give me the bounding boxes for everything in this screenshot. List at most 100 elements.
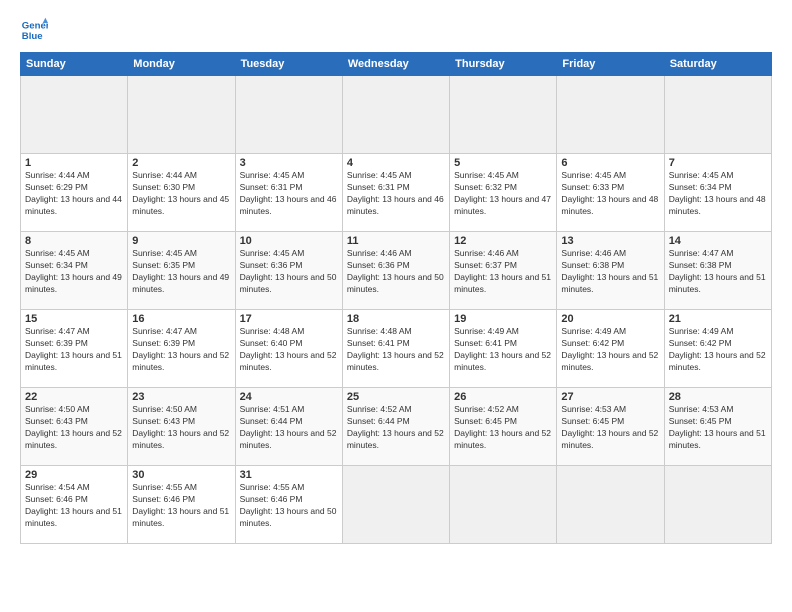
week-row-3: 15Sunrise: 4:47 AMSunset: 6:39 PMDayligh… [21, 310, 772, 388]
day-info: Sunrise: 4:44 AMSunset: 6:30 PMDaylight:… [132, 170, 230, 218]
day-cell: 31Sunrise: 4:55 AMSunset: 6:46 PMDayligh… [235, 466, 342, 544]
day-cell: 27Sunrise: 4:53 AMSunset: 6:45 PMDayligh… [557, 388, 664, 466]
day-info: Sunrise: 4:45 AMSunset: 6:35 PMDaylight:… [132, 248, 230, 296]
day-number: 20 [561, 313, 659, 325]
day-number: 7 [669, 157, 767, 169]
day-number: 30 [132, 469, 230, 481]
day-info: Sunrise: 4:51 AMSunset: 6:44 PMDaylight:… [240, 404, 338, 452]
day-number: 28 [669, 391, 767, 403]
day-number: 10 [240, 235, 338, 247]
col-header-sunday: Sunday [21, 53, 128, 76]
day-number: 13 [561, 235, 659, 247]
day-cell [450, 76, 557, 154]
day-cell: 26Sunrise: 4:52 AMSunset: 6:45 PMDayligh… [450, 388, 557, 466]
day-cell: 12Sunrise: 4:46 AMSunset: 6:37 PMDayligh… [450, 232, 557, 310]
day-info: Sunrise: 4:53 AMSunset: 6:45 PMDaylight:… [561, 404, 659, 452]
day-number: 29 [25, 469, 123, 481]
day-cell [342, 466, 449, 544]
day-number: 25 [347, 391, 445, 403]
day-info: Sunrise: 4:46 AMSunset: 6:37 PMDaylight:… [454, 248, 552, 296]
day-cell: 17Sunrise: 4:48 AMSunset: 6:40 PMDayligh… [235, 310, 342, 388]
week-row-4: 22Sunrise: 4:50 AMSunset: 6:43 PMDayligh… [21, 388, 772, 466]
day-info: Sunrise: 4:47 AMSunset: 6:39 PMDaylight:… [25, 326, 123, 374]
day-number: 6 [561, 157, 659, 169]
day-cell: 24Sunrise: 4:51 AMSunset: 6:44 PMDayligh… [235, 388, 342, 466]
day-info: Sunrise: 4:54 AMSunset: 6:46 PMDaylight:… [25, 482, 123, 530]
day-number: 26 [454, 391, 552, 403]
day-cell: 16Sunrise: 4:47 AMSunset: 6:39 PMDayligh… [128, 310, 235, 388]
day-info: Sunrise: 4:45 AMSunset: 6:36 PMDaylight:… [240, 248, 338, 296]
day-cell: 3Sunrise: 4:45 AMSunset: 6:31 PMDaylight… [235, 154, 342, 232]
day-info: Sunrise: 4:45 AMSunset: 6:34 PMDaylight:… [25, 248, 123, 296]
day-cell [664, 76, 771, 154]
day-cell [557, 466, 664, 544]
day-info: Sunrise: 4:49 AMSunset: 6:42 PMDaylight:… [561, 326, 659, 374]
day-cell: 29Sunrise: 4:54 AMSunset: 6:46 PMDayligh… [21, 466, 128, 544]
day-info: Sunrise: 4:47 AMSunset: 6:39 PMDaylight:… [132, 326, 230, 374]
day-info: Sunrise: 4:55 AMSunset: 6:46 PMDaylight:… [132, 482, 230, 530]
day-cell [664, 466, 771, 544]
day-number: 4 [347, 157, 445, 169]
calendar-body: 1Sunrise: 4:44 AMSunset: 6:29 PMDaylight… [21, 76, 772, 544]
col-header-wednesday: Wednesday [342, 53, 449, 76]
day-info: Sunrise: 4:50 AMSunset: 6:43 PMDaylight:… [132, 404, 230, 452]
week-row-1: 1Sunrise: 4:44 AMSunset: 6:29 PMDaylight… [21, 154, 772, 232]
day-cell: 15Sunrise: 4:47 AMSunset: 6:39 PMDayligh… [21, 310, 128, 388]
day-cell [450, 466, 557, 544]
day-info: Sunrise: 4:52 AMSunset: 6:44 PMDaylight:… [347, 404, 445, 452]
day-info: Sunrise: 4:44 AMSunset: 6:29 PMDaylight:… [25, 170, 123, 218]
day-cell: 19Sunrise: 4:49 AMSunset: 6:41 PMDayligh… [450, 310, 557, 388]
day-info: Sunrise: 4:52 AMSunset: 6:45 PMDaylight:… [454, 404, 552, 452]
day-number: 12 [454, 235, 552, 247]
day-number: 5 [454, 157, 552, 169]
calendar-header: SundayMondayTuesdayWednesdayThursdayFrid… [21, 53, 772, 76]
day-cell: 25Sunrise: 4:52 AMSunset: 6:44 PMDayligh… [342, 388, 449, 466]
day-cell: 30Sunrise: 4:55 AMSunset: 6:46 PMDayligh… [128, 466, 235, 544]
day-cell: 4Sunrise: 4:45 AMSunset: 6:31 PMDaylight… [342, 154, 449, 232]
day-cell: 5Sunrise: 4:45 AMSunset: 6:32 PMDaylight… [450, 154, 557, 232]
day-cell: 2Sunrise: 4:44 AMSunset: 6:30 PMDaylight… [128, 154, 235, 232]
day-cell: 22Sunrise: 4:50 AMSunset: 6:43 PMDayligh… [21, 388, 128, 466]
col-header-friday: Friday [557, 53, 664, 76]
day-number: 18 [347, 313, 445, 325]
day-cell: 8Sunrise: 4:45 AMSunset: 6:34 PMDaylight… [21, 232, 128, 310]
day-number: 3 [240, 157, 338, 169]
col-header-thursday: Thursday [450, 53, 557, 76]
day-info: Sunrise: 4:53 AMSunset: 6:45 PMDaylight:… [669, 404, 767, 452]
day-cell: 20Sunrise: 4:49 AMSunset: 6:42 PMDayligh… [557, 310, 664, 388]
day-number: 23 [132, 391, 230, 403]
day-info: Sunrise: 4:50 AMSunset: 6:43 PMDaylight:… [25, 404, 123, 452]
day-number: 17 [240, 313, 338, 325]
logo-icon: General Blue [20, 16, 48, 44]
day-cell: 11Sunrise: 4:46 AMSunset: 6:36 PMDayligh… [342, 232, 449, 310]
logo: General Blue [20, 16, 52, 44]
day-number: 31 [240, 469, 338, 481]
day-cell: 10Sunrise: 4:45 AMSunset: 6:36 PMDayligh… [235, 232, 342, 310]
week-row-0 [21, 76, 772, 154]
day-info: Sunrise: 4:45 AMSunset: 6:31 PMDaylight:… [240, 170, 338, 218]
day-info: Sunrise: 4:49 AMSunset: 6:42 PMDaylight:… [669, 326, 767, 374]
day-info: Sunrise: 4:45 AMSunset: 6:31 PMDaylight:… [347, 170, 445, 218]
col-header-saturday: Saturday [664, 53, 771, 76]
day-cell: 6Sunrise: 4:45 AMSunset: 6:33 PMDaylight… [557, 154, 664, 232]
day-number: 22 [25, 391, 123, 403]
day-cell: 28Sunrise: 4:53 AMSunset: 6:45 PMDayligh… [664, 388, 771, 466]
day-info: Sunrise: 4:45 AMSunset: 6:32 PMDaylight:… [454, 170, 552, 218]
day-cell: 9Sunrise: 4:45 AMSunset: 6:35 PMDaylight… [128, 232, 235, 310]
day-info: Sunrise: 4:49 AMSunset: 6:41 PMDaylight:… [454, 326, 552, 374]
calendar-table: SundayMondayTuesdayWednesdayThursdayFrid… [20, 52, 772, 544]
col-header-tuesday: Tuesday [235, 53, 342, 76]
day-info: Sunrise: 4:48 AMSunset: 6:41 PMDaylight:… [347, 326, 445, 374]
day-info: Sunrise: 4:45 AMSunset: 6:33 PMDaylight:… [561, 170, 659, 218]
day-info: Sunrise: 4:48 AMSunset: 6:40 PMDaylight:… [240, 326, 338, 374]
day-info: Sunrise: 4:45 AMSunset: 6:34 PMDaylight:… [669, 170, 767, 218]
day-number: 19 [454, 313, 552, 325]
day-number: 2 [132, 157, 230, 169]
week-row-5: 29Sunrise: 4:54 AMSunset: 6:46 PMDayligh… [21, 466, 772, 544]
day-cell: 7Sunrise: 4:45 AMSunset: 6:34 PMDaylight… [664, 154, 771, 232]
day-number: 14 [669, 235, 767, 247]
day-cell [342, 76, 449, 154]
day-cell [235, 76, 342, 154]
day-info: Sunrise: 4:47 AMSunset: 6:38 PMDaylight:… [669, 248, 767, 296]
day-number: 11 [347, 235, 445, 247]
